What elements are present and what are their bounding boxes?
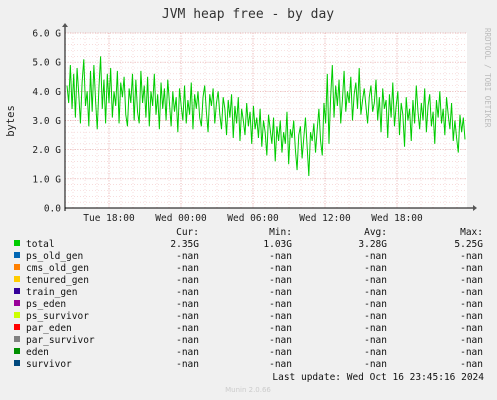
legend-min-value: -nan bbox=[269, 311, 292, 322]
munin-version: Munin 2.0.66 bbox=[225, 386, 271, 394]
legend-cur-value: -nan bbox=[176, 251, 199, 262]
legend-name: cms_old_gen bbox=[26, 263, 89, 274]
y-axis-label: bytes bbox=[5, 105, 17, 137]
legend-min-value: -nan bbox=[269, 347, 292, 358]
legend-avg-value: -nan bbox=[364, 335, 387, 346]
legend-header-avg: Avg: bbox=[364, 227, 387, 238]
legend-swatch bbox=[14, 360, 20, 366]
legend-avg-value: -nan bbox=[364, 263, 387, 274]
legend-max-value: -nan bbox=[460, 359, 483, 370]
legend-name: par_survivor bbox=[26, 335, 95, 346]
legend-max-value: -nan bbox=[460, 251, 483, 262]
legend-name: ps_survivor bbox=[26, 311, 89, 322]
x-tick-label: Wed 00:00 bbox=[155, 213, 207, 224]
chart-title: JVM heap free - by day bbox=[162, 7, 334, 22]
legend-swatch bbox=[14, 348, 20, 354]
y-axis-arrow bbox=[62, 23, 68, 27]
legend-swatch bbox=[14, 276, 20, 282]
legend-max-value: -nan bbox=[460, 299, 483, 310]
x-tick-label: Wed 18:00 bbox=[371, 213, 423, 224]
legend-min-value: -nan bbox=[269, 287, 292, 298]
legend-max-value: -nan bbox=[460, 263, 483, 274]
y-tick-label: 1.0 G bbox=[32, 174, 61, 185]
legend-cur-value: -nan bbox=[176, 335, 199, 346]
legend-min-value: -nan bbox=[269, 275, 292, 286]
legend-min-value: -nan bbox=[269, 299, 292, 310]
x-tick-label: Tue 18:00 bbox=[83, 213, 135, 224]
legend-name: survivor bbox=[26, 359, 72, 370]
legend-cur-value: -nan bbox=[176, 347, 199, 358]
y-tick-label: 3.0 G bbox=[32, 116, 61, 127]
legend-name: par_eden bbox=[26, 323, 72, 334]
legend-avg-value: -nan bbox=[364, 287, 387, 298]
legend-cur-value: -nan bbox=[176, 359, 199, 370]
legend: Cur: Min: Avg: Max: total 2.35G 1.03G 3.28G 5.25… bbox=[14, 227, 483, 370]
legend-min-value: -nan bbox=[269, 359, 292, 370]
legend-swatch bbox=[14, 288, 20, 294]
legend-swatch bbox=[14, 252, 20, 258]
legend-name: train_gen bbox=[26, 287, 77, 298]
y-tick-label: 6.0 G bbox=[32, 29, 61, 40]
legend-cur-value: -nan bbox=[176, 287, 199, 298]
legend-swatch bbox=[14, 324, 20, 330]
legend-max-value: -nan bbox=[460, 335, 483, 346]
legend-cur-value: -nan bbox=[176, 263, 199, 274]
legend-avg-value: -nan bbox=[364, 251, 387, 262]
legend-cur-value: -nan bbox=[176, 275, 199, 286]
legend-swatch bbox=[14, 240, 20, 246]
legend-avg-value: -nan bbox=[364, 311, 387, 322]
legend-avg-value: -nan bbox=[364, 359, 387, 370]
legend-min-value: -nan bbox=[269, 323, 292, 334]
y-tick-label: 4.0 G bbox=[32, 87, 61, 98]
legend-cur-value: 2.35G bbox=[170, 239, 199, 250]
legend-max-value: -nan bbox=[460, 311, 483, 322]
legend-swatch bbox=[14, 312, 20, 318]
legend-name: eden bbox=[26, 347, 49, 358]
legend-header-min: Min: bbox=[269, 227, 292, 238]
legend-name: ps_eden bbox=[26, 299, 66, 310]
rrdtool-credit: RRDTOOL / TOBI OETIKER bbox=[483, 28, 492, 128]
legend-max-value: -nan bbox=[460, 287, 483, 298]
y-tick-label: 2.0 G bbox=[32, 145, 61, 156]
legend-avg-value: 3.28G bbox=[358, 239, 387, 250]
legend-swatch bbox=[14, 336, 20, 342]
x-tick-label: Wed 06:00 bbox=[227, 213, 279, 224]
legend-cur-value: -nan bbox=[176, 311, 199, 322]
legend-max-value: -nan bbox=[460, 347, 483, 358]
legend-header-cur: Cur: bbox=[176, 227, 199, 238]
legend-header-max: Max: bbox=[460, 227, 483, 238]
legend-cur-value: -nan bbox=[176, 323, 199, 334]
legend-swatch bbox=[14, 300, 20, 306]
y-tick-label: 5.0 G bbox=[32, 58, 61, 69]
legend-name: tenured_gen bbox=[26, 275, 89, 286]
legend-max-value: -nan bbox=[460, 275, 483, 286]
legend-swatch bbox=[14, 264, 20, 270]
legend-avg-value: -nan bbox=[364, 323, 387, 334]
legend-min-value: -nan bbox=[269, 263, 292, 274]
x-tick-label: Wed 12:00 bbox=[299, 213, 351, 224]
legend-min-value: -nan bbox=[269, 251, 292, 262]
legend-min-value: 1.03G bbox=[263, 239, 292, 250]
legend-name: ps_old_gen bbox=[26, 251, 83, 262]
legend-avg-value: -nan bbox=[364, 347, 387, 358]
legend-min-value: -nan bbox=[269, 335, 292, 346]
legend-avg-value: -nan bbox=[364, 275, 387, 286]
last-update: Last update: Wed Oct 16 23:45:16 2024 bbox=[272, 372, 484, 383]
legend-name: total bbox=[26, 239, 55, 250]
legend-max-value: 5.25G bbox=[454, 239, 483, 250]
chart: JVM heap free - by day RRDTOOL / TOBI OE… bbox=[5, 7, 492, 394]
legend-avg-value: -nan bbox=[364, 299, 387, 310]
y-tick-label: 0.0 bbox=[44, 204, 61, 215]
legend-cur-value: -nan bbox=[176, 299, 199, 310]
x-axis-arrow bbox=[473, 205, 477, 211]
legend-max-value: -nan bbox=[460, 323, 483, 334]
